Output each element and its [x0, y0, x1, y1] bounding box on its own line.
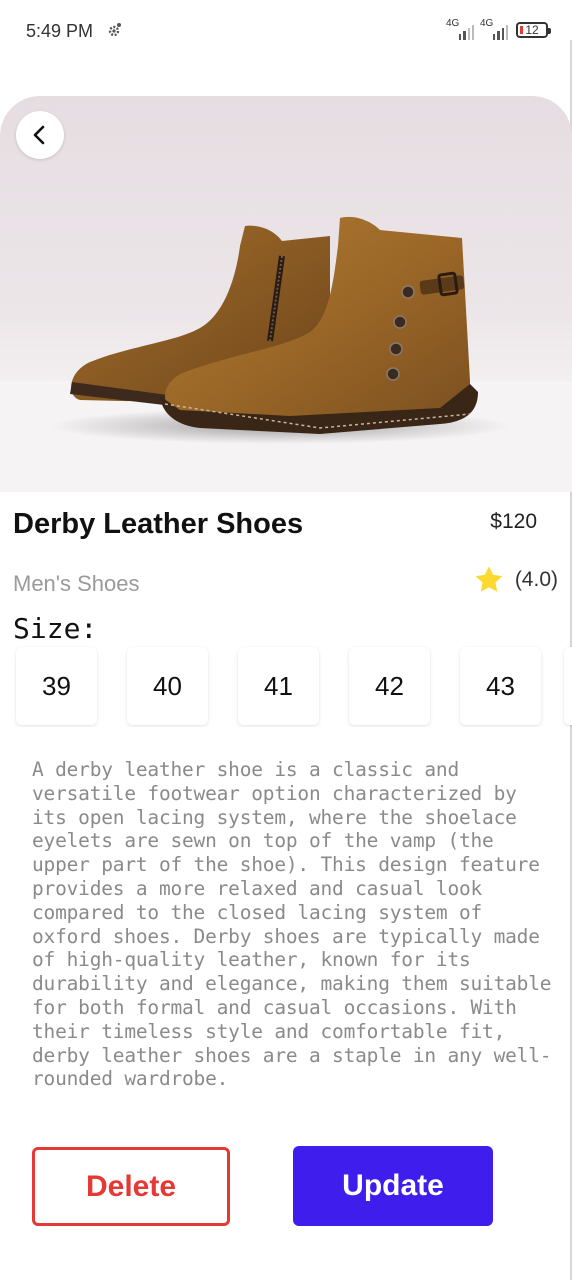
chevron-left-icon	[33, 125, 45, 145]
delete-button[interactable]: Delete	[32, 1147, 230, 1226]
status-indicators: 4G 4G 12	[446, 18, 551, 40]
size-label: Size:	[13, 612, 98, 645]
size-option-partial[interactable]	[564, 647, 572, 725]
product-price: $120	[490, 510, 537, 533]
back-button[interactable]	[16, 111, 64, 159]
star-icon	[475, 566, 503, 592]
product-image	[0, 96, 572, 492]
gear-icon	[108, 23, 121, 37]
update-button[interactable]: Update	[293, 1146, 493, 1226]
boots-illustration	[0, 216, 572, 492]
product-rating: (4.0)	[473, 564, 558, 596]
signal-icon: 4G	[480, 18, 508, 40]
size-option[interactable]: 41	[238, 647, 319, 725]
network-type: 4G	[480, 18, 494, 29]
product-description: A derby leather shoe is a classic and ve…	[32, 758, 552, 1091]
size-option[interactable]: 39	[16, 647, 97, 725]
battery-level: 12	[525, 23, 539, 37]
rating-value: (4.0)	[514, 568, 558, 591]
status-bar: 5:49 PM 4G 4G 12	[0, 0, 572, 64]
network-type: 4G	[446, 18, 460, 29]
battery-icon: 12	[516, 22, 551, 38]
product-title: Derby Leather Shoes	[13, 508, 304, 540]
size-option[interactable]: 43	[460, 647, 541, 725]
product-category: Men's Shoes	[13, 571, 140, 596]
size-option[interactable]: 42	[349, 647, 430, 725]
status-time: 5:49 PM	[26, 21, 94, 41]
product-detail-screen: 5:49 PM 4G 4G 12 Derby Leather Shoes $12…	[0, 0, 572, 1280]
size-option[interactable]: 40	[127, 647, 208, 725]
size-selector: 39 40 41 42 43	[14, 645, 572, 727]
signal-icon: 4G	[446, 18, 474, 40]
